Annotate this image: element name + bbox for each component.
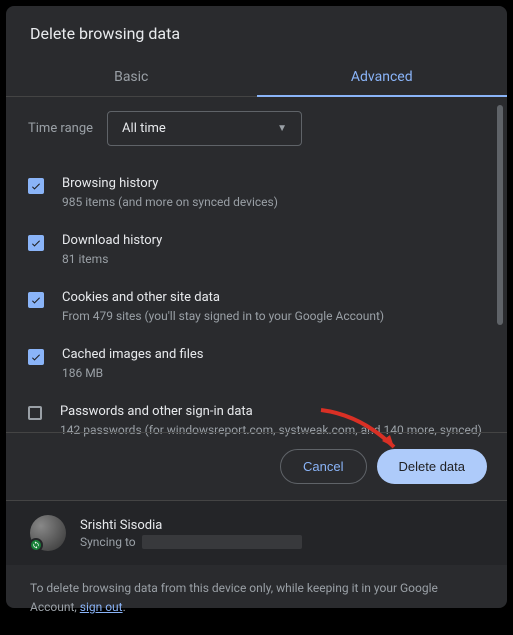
checkbox-passwords[interactable] <box>28 406 42 420</box>
sync-badge-icon <box>29 538 43 552</box>
item-cached[interactable]: Cached images and files 186 MB <box>22 337 483 394</box>
redacted-email <box>142 535 302 549</box>
profile-section: Srishti Sisodia Syncing to <box>6 500 507 565</box>
sync-prefix: Syncing to <box>80 535 136 549</box>
tab-advanced[interactable]: Advanced <box>257 57 508 96</box>
user-sync-status: Syncing to <box>80 535 302 549</box>
item-title: Browsing history <box>62 176 278 191</box>
dialog-title: Delete browsing data <box>6 6 507 57</box>
delete-browsing-data-dialog: Delete browsing data Basic Advanced Time… <box>6 6 507 608</box>
user-name: Srishti Sisodia <box>80 518 302 533</box>
checkbox-download-history[interactable] <box>28 235 44 251</box>
item-title: Passwords and other sign-in data <box>60 404 482 419</box>
chevron-down-icon: ▼ <box>277 123 287 134</box>
delete-data-button[interactable]: Delete data <box>377 449 488 484</box>
item-download-history[interactable]: Download history 81 items <box>22 223 483 280</box>
tab-basic[interactable]: Basic <box>6 57 257 96</box>
checkbox-cookies[interactable] <box>28 292 44 308</box>
footer-note: To delete browsing data from this device… <box>6 565 507 635</box>
item-subtitle: From 479 sites (you'll stay signed in to… <box>62 307 384 325</box>
dialog-footer: Cancel Delete data <box>6 432 507 500</box>
time-range-value: All time <box>122 121 166 136</box>
time-range-select[interactable]: All time ▼ <box>107 111 302 146</box>
item-title: Cached images and files <box>62 347 203 362</box>
check-icon <box>30 351 42 363</box>
cancel-button[interactable]: Cancel <box>280 449 366 484</box>
item-title: Download history <box>62 233 162 248</box>
check-icon <box>30 237 42 249</box>
note-suffix: . <box>123 600 126 614</box>
item-subtitle: 186 MB <box>62 364 203 382</box>
item-subtitle: 985 items (and more on synced devices) <box>62 193 278 211</box>
time-range-label: Time range <box>28 121 93 136</box>
item-subtitle: 81 items <box>62 250 162 268</box>
time-range-row: Time range All time ▼ <box>22 111 483 146</box>
checkbox-browsing-history[interactable] <box>28 178 44 194</box>
sign-out-link[interactable]: sign out <box>80 600 123 614</box>
avatar <box>30 515 66 551</box>
item-browsing-history[interactable]: Browsing history 985 items (and more on … <box>22 166 483 223</box>
check-icon <box>30 180 42 192</box>
item-title: Cookies and other site data <box>62 290 384 305</box>
tab-bar: Basic Advanced <box>6 57 507 97</box>
item-cookies[interactable]: Cookies and other site data From 479 sit… <box>22 280 483 337</box>
scrollbar-thumb[interactable] <box>497 105 503 325</box>
checkbox-cached[interactable] <box>28 349 44 365</box>
check-icon <box>30 294 42 306</box>
scroll-area: Time range All time ▼ Browsing history 9… <box>6 97 507 432</box>
